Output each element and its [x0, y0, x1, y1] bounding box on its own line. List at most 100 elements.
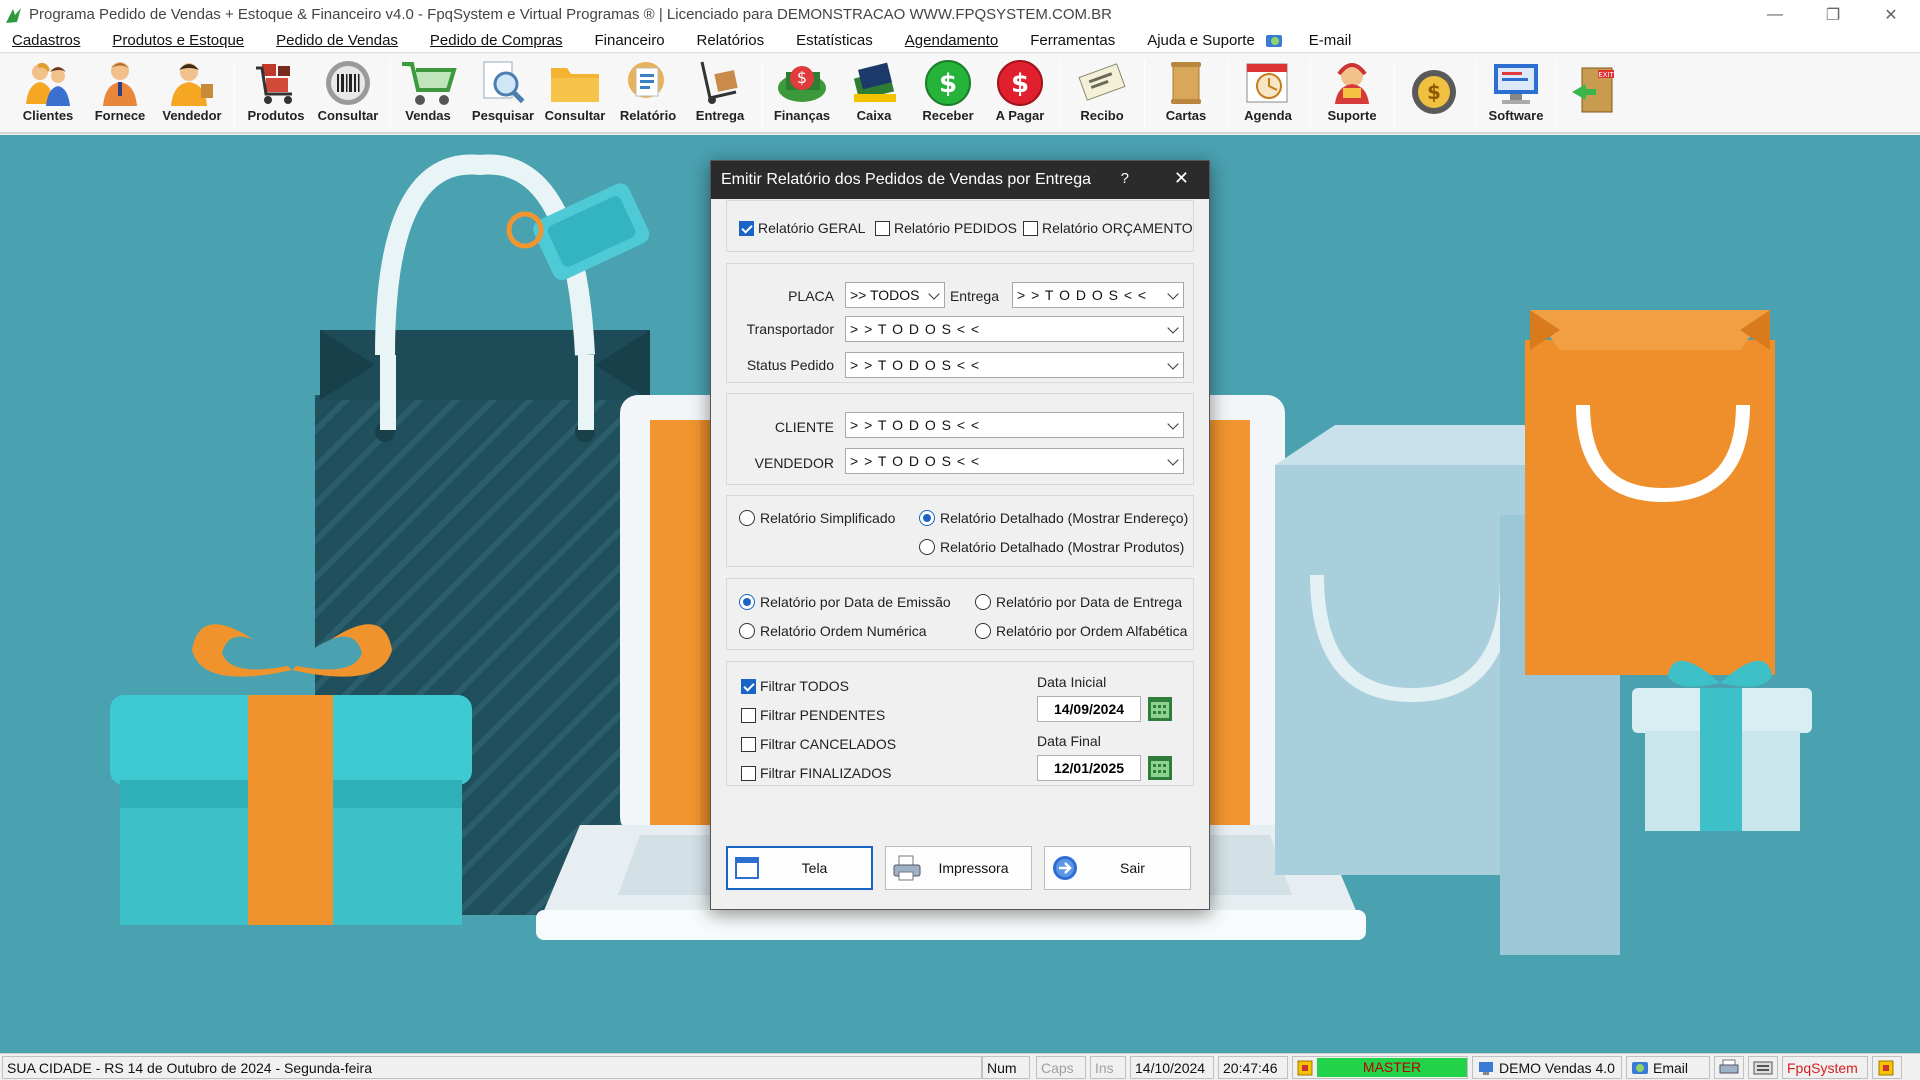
menu-estatisticas[interactable]: Estatísticas [796, 32, 873, 49]
toolbar-consultar-barcode-button[interactable]: Consultar [312, 58, 384, 130]
filtrar-pendentes-checkbox[interactable]: Filtrar PENDENTES [741, 707, 885, 723]
toolbar-vendas-button[interactable]: Vendas [392, 58, 464, 130]
placa-select[interactable]: >> TODOS [845, 282, 945, 308]
status-user[interactable] [1872, 1056, 1902, 1079]
chevron-down-icon [928, 288, 940, 300]
report-pedidos-checkbox[interactable]: Relatório PEDIDOS [875, 220, 1017, 236]
radio-detalhado-endereco[interactable]: Relatório Detalhado (Mostrar Endereço) [919, 510, 1188, 526]
status-master: MASTER [1292, 1056, 1468, 1079]
dialog-close-button[interactable]: ✕ [1174, 168, 1189, 189]
toolbar-separator [1060, 60, 1061, 128]
menu-cadastros[interactable]: Cadastros [12, 32, 80, 49]
toolbar-software-label: Software [1488, 108, 1544, 123]
filtrar-finalizados-label: Filtrar FINALIZADOS [760, 765, 892, 781]
toolbar-suporte-button[interactable]: Suporte [1316, 58, 1388, 130]
toolbar-exit-button[interactable]: EXIT [1560, 58, 1632, 130]
status-city-date: SUA CIDADE - RS 14 de Outubro de 2024 - … [2, 1056, 982, 1079]
data-final-input[interactable]: 12/01/2025 [1037, 755, 1141, 781]
toolbar-produtos-button[interactable]: Produtos [240, 58, 312, 130]
data-final-label: Data Final [1037, 733, 1101, 749]
mail-globe-icon[interactable] [1265, 32, 1285, 50]
toolbar-fornece-label: Fornece [94, 108, 146, 123]
report-geral-checkbox[interactable]: Relatório GERAL [739, 220, 865, 236]
checkbox-box[interactable] [741, 736, 756, 752]
menu-produtos-estoque[interactable]: Produtos e Estoque [112, 32, 244, 49]
radio-circle[interactable] [739, 623, 755, 639]
toolbar-financas-button[interactable]: $ Finanças [766, 58, 838, 130]
status-pedido-label: Status Pedido [746, 357, 834, 373]
status-demo: DEMO Vendas 4.0 [1472, 1056, 1622, 1079]
toolbar-vendas-label: Vendas [405, 108, 451, 123]
menu-relatorios[interactable]: Relatórios [697, 32, 765, 49]
toolbar-consultar-folder-button[interactable]: Consultar [539, 58, 611, 130]
toolbar-caixa-button[interactable]: Caixa [838, 58, 910, 130]
restore-button[interactable]: ❐ [1804, 0, 1862, 29]
toolbar-relatorio-button[interactable]: Relatório [612, 58, 684, 130]
radio-ordem-numerica[interactable]: Relatório Ordem Numérica [739, 623, 927, 639]
menu-ferramentas[interactable]: Ferramentas [1030, 32, 1115, 49]
checkbox-box[interactable] [741, 765, 756, 781]
toolbar-fornece-button[interactable]: Fornece [84, 58, 156, 130]
data-inicial-input[interactable]: 14/09/2024 [1037, 696, 1141, 722]
tela-button[interactable]: Tela [726, 846, 873, 890]
close-window-button[interactable]: ✕ [1862, 0, 1920, 29]
checkbox-box[interactable] [875, 220, 890, 236]
toolbar-software-button[interactable]: Software [1480, 58, 1552, 130]
radio-data-emissao[interactable]: Relatório por Data de Emissão [739, 594, 951, 610]
radio-circle[interactable] [975, 594, 991, 610]
menu-agendamento[interactable]: Agendamento [905, 32, 998, 49]
toolbar-cartas-button[interactable]: Cartas [1150, 58, 1222, 130]
checkbox-box[interactable] [741, 678, 756, 694]
menu-ajuda-suporte[interactable]: Ajuda e Suporte [1147, 32, 1255, 49]
checkbox-box[interactable] [1023, 220, 1038, 236]
menu-pedido-compras[interactable]: Pedido de Compras [430, 32, 563, 49]
transportador-select[interactable]: > > T O D O S < < [845, 316, 1184, 342]
toolbar-agenda-button[interactable]: Agenda [1232, 58, 1304, 130]
radio-ordem-alfabetica[interactable]: Relatório por Ordem Alfabética [975, 623, 1187, 639]
sair-button[interactable]: Sair [1044, 846, 1191, 890]
toolbar-receber-button[interactable]: $ Receber [912, 58, 984, 130]
calendar-icon[interactable] [1147, 755, 1173, 781]
filtrar-finalizados-checkbox[interactable]: Filtrar FINALIZADOS [741, 765, 891, 781]
toolbar-apagar-button[interactable]: $ A Pagar [984, 58, 1056, 130]
radio-simplificado[interactable]: Relatório Simplificado [739, 510, 895, 526]
report-orcamento-checkbox[interactable]: Relatório ORÇAMENTO [1023, 220, 1193, 236]
filtrar-pendentes-label: Filtrar PENDENTES [760, 707, 886, 723]
radio-circle[interactable] [739, 510, 755, 526]
status-date-group: Filtrar TODOS Filtrar PENDENTES Filtrar … [726, 661, 1194, 786]
radio-circle[interactable] [919, 539, 935, 555]
vendedor-select[interactable]: > > T O D O S < < [845, 448, 1184, 474]
radio-circle[interactable] [919, 510, 935, 526]
calendar-icon[interactable] [1147, 696, 1173, 722]
toolbar-separator [1556, 60, 1557, 128]
checkbox-box[interactable] [741, 707, 756, 723]
menu-email[interactable]: E-mail [1309, 32, 1352, 49]
filtrar-cancelados-checkbox[interactable]: Filtrar CANCELADOS [741, 736, 896, 752]
toolbar-coin-button[interactable]: $ [1398, 58, 1470, 130]
cliente-select[interactable]: > > T O D O S < < [845, 412, 1184, 438]
radio-circle[interactable] [975, 623, 991, 639]
toolbar-pesquisar-button[interactable]: Pesquisar [467, 58, 539, 130]
entrega-select[interactable]: > > T O D O S < < [1012, 282, 1184, 308]
status-keyboard[interactable] [1748, 1056, 1778, 1079]
status-printer[interactable] [1714, 1056, 1744, 1079]
toolbar-vendedor-button[interactable]: Vendedor [156, 58, 228, 130]
status-email[interactable]: Email [1626, 1056, 1710, 1079]
help-button[interactable]: ? [1121, 170, 1129, 187]
impressora-button[interactable]: Impressora [885, 846, 1032, 890]
filtrar-cancelados-label: Filtrar CANCELADOS [760, 736, 897, 752]
menu-financeiro[interactable]: Financeiro [595, 32, 665, 49]
status-pedido-select[interactable]: > > T O D O S < < [845, 352, 1184, 378]
detalhado-endereco-label: Relatório Detalhado (Mostrar Endereço) [940, 510, 1189, 526]
filtrar-todos-checkbox[interactable]: Filtrar TODOS [741, 678, 849, 694]
radio-data-entrega[interactable]: Relatório por Data de Entrega [975, 594, 1182, 610]
toolbar-entrega-button[interactable]: Entrega [684, 58, 756, 130]
radio-detalhado-produtos[interactable]: Relatório Detalhado (Mostrar Produtos) [919, 539, 1184, 555]
menu-pedido-vendas[interactable]: Pedido de Vendas [276, 32, 398, 49]
radio-circle[interactable] [739, 594, 755, 610]
toolbar-clientes-button[interactable]: Clientes [12, 58, 84, 130]
checkbox-box[interactable] [739, 220, 754, 236]
toolbar-recibo-button[interactable]: Recibo [1066, 58, 1138, 130]
minimize-button[interactable]: — [1746, 0, 1804, 29]
red-dollar-icon: $ [997, 60, 1043, 106]
